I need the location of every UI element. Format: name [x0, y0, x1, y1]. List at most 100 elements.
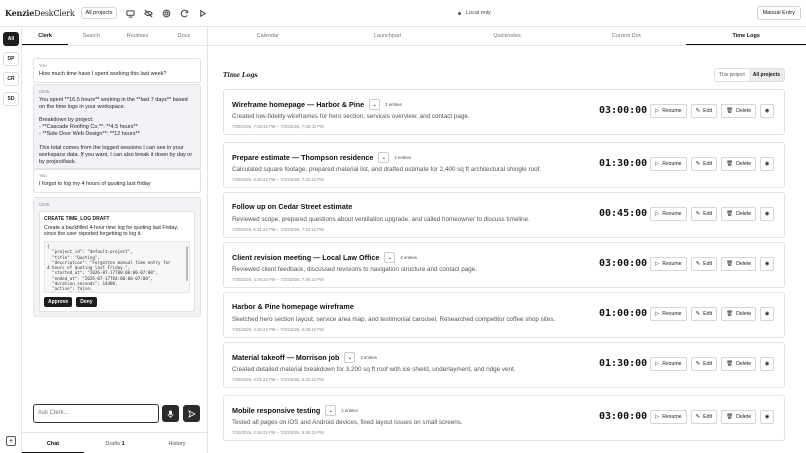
- eye-icon[interactable]: ◉: [760, 410, 775, 424]
- trash-icon: 🗑: [726, 261, 734, 267]
- edit-button[interactable]: ✎ Edit: [690, 307, 718, 321]
- delete-button[interactable]: 🗑 Delete: [721, 307, 757, 321]
- resume-button[interactable]: ▷ Resume: [650, 410, 687, 424]
- resume-label: Resume: [662, 261, 682, 267]
- tab-current-doc[interactable]: Current Doc: [567, 27, 687, 45]
- rail-item-all[interactable]: All: [3, 32, 19, 46]
- chevron-down-icon[interactable]: ⌄: [378, 152, 390, 163]
- delete-button[interactable]: 🗑 Delete: [721, 104, 757, 118]
- resume-label: Resume: [662, 311, 682, 317]
- tab-routines[interactable]: Routines: [115, 27, 161, 45]
- tab-chat[interactable]: Chat: [22, 433, 84, 453]
- chat-message-clerk: Clerk You spent **16.5 hours** working i…: [33, 84, 201, 171]
- delete-button[interactable]: 🗑 Delete: [721, 357, 757, 371]
- edit-button[interactable]: ✎ Edit: [690, 357, 718, 371]
- delete-button[interactable]: 🗑 Delete: [721, 157, 757, 171]
- play-circle-icon: ▷: [655, 311, 660, 317]
- clerk-panel: Clerk Search Routines Docs You How much …: [22, 27, 208, 453]
- ask-clerk-input[interactable]: Ask Clerk...: [33, 404, 159, 423]
- main-tabs: Calendar Launchpad Quicknotes Current Do…: [208, 27, 806, 46]
- draft-json-code[interactable]: { "project_id": "default-project", "titl…: [44, 241, 190, 294]
- screenshot-icon[interactable]: [125, 8, 136, 19]
- microphone-icon[interactable]: [162, 405, 179, 422]
- code-scrollbar[interactable]: [186, 246, 188, 282]
- resume-button[interactable]: ▷ Resume: [650, 257, 687, 271]
- edit-button[interactable]: ✎ Edit: [690, 257, 718, 271]
- time-log-card: Wireframe homepage — Harbor & Pine ⌄ 2 e…: [223, 89, 785, 135]
- eye-icon[interactable]: ◉: [760, 357, 775, 371]
- resume-button[interactable]: ▷ Resume: [650, 207, 687, 221]
- rail-item-cr[interactable]: CR: [3, 72, 19, 86]
- delete-label: Delete: [736, 261, 752, 267]
- gear-icon[interactable]: [161, 8, 172, 19]
- edit-button[interactable]: ✎ Edit: [690, 207, 718, 221]
- top-bar: KenzieDeskClerk All projects Local only …: [0, 0, 806, 27]
- main-panel: Calendar Launchpad Quicknotes Current Do…: [208, 27, 806, 453]
- log-actions: ▷ Resume ✎ Edit 🗑 Delete ◉: [650, 410, 775, 424]
- log-actions: ▷ Resume ✎ Edit 🗑 Delete ◉: [650, 357, 775, 371]
- delete-label: Delete: [736, 311, 752, 317]
- tab-quicknotes[interactable]: Quicknotes: [447, 27, 567, 45]
- chevron-down-icon[interactable]: ⌄: [344, 352, 356, 363]
- delete-label: Delete: [736, 414, 752, 420]
- log-title-row: Wireframe homepage — Harbor & Pine ⌄ 2 e…: [232, 99, 402, 110]
- brand-bold: Kenzie: [5, 8, 35, 18]
- project-filter-button[interactable]: All projects: [80, 7, 118, 19]
- entries-badge: 2 entries: [394, 155, 411, 160]
- scope-all-projects[interactable]: All projects: [748, 69, 784, 81]
- edit-button[interactable]: ✎ Edit: [690, 157, 718, 171]
- resume-button[interactable]: ▷ Resume: [650, 104, 687, 118]
- pencil-icon: ✎: [695, 261, 701, 267]
- trash-icon: 🗑: [726, 161, 734, 167]
- tab-drafts[interactable]: Drafts 1: [84, 433, 146, 453]
- resume-button[interactable]: ▷ Resume: [650, 307, 687, 321]
- add-project-icon[interactable]: +: [6, 436, 16, 446]
- delete-button[interactable]: 🗑 Delete: [721, 410, 757, 424]
- play-circle-icon: ▷: [655, 211, 660, 217]
- edit-button[interactable]: ✎ Edit: [690, 410, 718, 424]
- eye-icon[interactable]: ◉: [760, 157, 775, 171]
- entries-badge: 2 entries: [385, 102, 402, 107]
- rail-item-sd[interactable]: SD: [3, 92, 19, 106]
- delete-button[interactable]: 🗑 Delete: [721, 207, 757, 221]
- eye-icon[interactable]: ◉: [760, 257, 775, 271]
- tab-history[interactable]: History: [146, 433, 208, 453]
- edit-label: Edit: [703, 211, 713, 217]
- send-icon[interactable]: [183, 405, 200, 422]
- tab-calendar[interactable]: Calendar: [208, 27, 328, 45]
- tab-search[interactable]: Search: [68, 27, 114, 45]
- resume-label: Resume: [662, 161, 682, 167]
- scope-toggle: This project All projects: [713, 68, 785, 82]
- approve-button[interactable]: Approve: [44, 297, 73, 308]
- tab-clerk[interactable]: Clerk: [22, 27, 69, 45]
- deny-button[interactable]: Deny: [76, 297, 97, 308]
- tab-docs[interactable]: Docs: [161, 27, 207, 45]
- eye-icon[interactable]: ◉: [760, 104, 775, 118]
- hide-icon[interactable]: [143, 8, 154, 19]
- manual-entry-button[interactable]: Manual Entry: [756, 6, 801, 20]
- chevron-down-icon[interactable]: ⌄: [384, 252, 396, 263]
- delete-label: Delete: [736, 161, 752, 167]
- chevron-down-icon[interactable]: ⌄: [325, 405, 337, 416]
- tab-time-logs[interactable]: Time Logs: [686, 27, 806, 45]
- time-log-card: Client revision meeting — Local Law Offi…: [223, 242, 785, 288]
- time-log-card: Mobile responsive testing ⌄ 2 entries Te…: [223, 395, 785, 441]
- edit-button[interactable]: ✎ Edit: [690, 104, 718, 118]
- resume-button[interactable]: ▷ Resume: [650, 357, 687, 371]
- tab-launchpad[interactable]: Launchpad: [328, 27, 448, 45]
- eye-icon[interactable]: ◉: [760, 307, 775, 321]
- log-time-range: 7/20/2026, 6:46:22 PM – 7/20/2026, 7:31:…: [232, 177, 324, 182]
- delete-button[interactable]: 🗑 Delete: [721, 257, 757, 271]
- pencil-icon: ✎: [695, 361, 701, 367]
- rail-item-dp[interactable]: DP: [3, 52, 19, 66]
- project-rail: All DP CR SD +: [0, 27, 22, 453]
- play-icon[interactable]: [197, 8, 208, 19]
- resume-button[interactable]: ▷ Resume: [650, 157, 687, 171]
- scope-this-project[interactable]: This project: [715, 69, 749, 81]
- chevron-down-icon[interactable]: ⌄: [369, 99, 381, 110]
- log-actions: ▷ Resume ✎ Edit 🗑 Delete ◉: [650, 104, 775, 118]
- refresh-icon[interactable]: [179, 8, 190, 19]
- log-description: Sketched hero section layout, service ar…: [232, 316, 556, 323]
- eye-icon[interactable]: ◉: [760, 207, 775, 221]
- entries-badge: 2 entries: [360, 355, 377, 360]
